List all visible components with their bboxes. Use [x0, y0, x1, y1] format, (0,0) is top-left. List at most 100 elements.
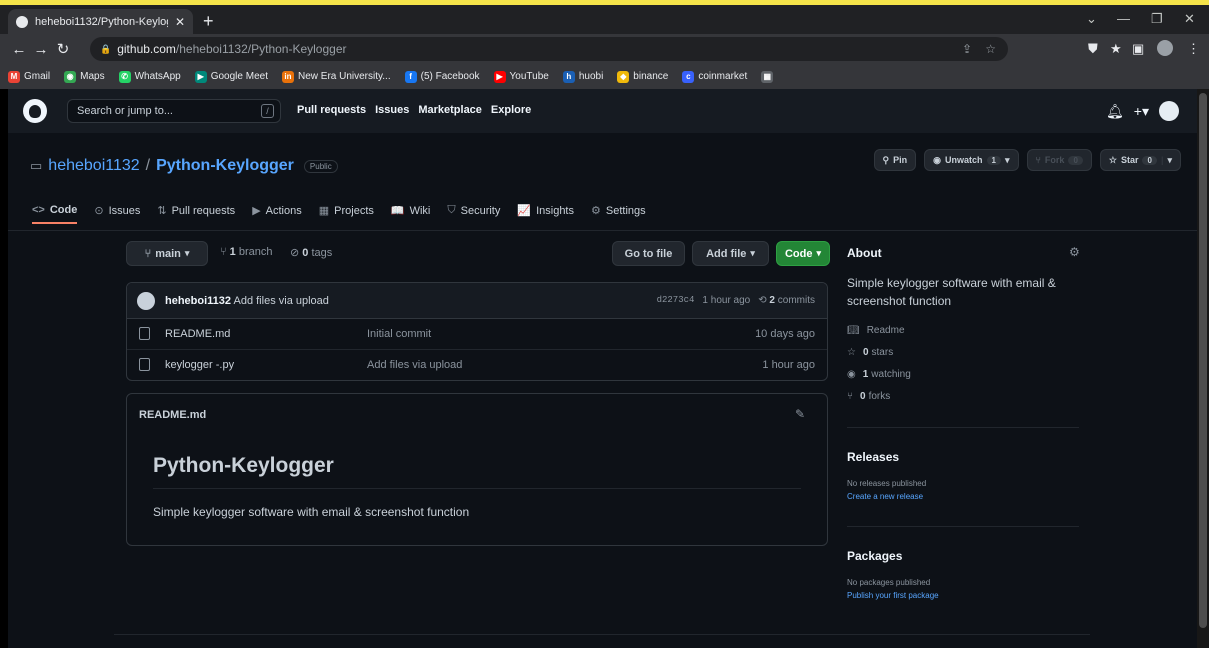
- bookmark-item[interactable]: c coinmarket: [682, 70, 747, 83]
- forks-count: 0: [860, 391, 866, 402]
- tab-wiki[interactable]: 📖 Wiki: [391, 197, 430, 224]
- commit-author[interactable]: heheboi1132: [165, 295, 231, 307]
- tab-projects[interactable]: ▦ Projects: [319, 197, 374, 224]
- nav-pull-requests[interactable]: Pull requests: [297, 104, 366, 116]
- fork-icon: ⑂: [1035, 155, 1041, 165]
- tab-actions[interactable]: ▶ Actions: [252, 197, 302, 224]
- commit-author-avatar[interactable]: [137, 292, 155, 310]
- nav-marketplace[interactable]: Marketplace: [418, 104, 482, 116]
- edit-pencil-icon[interactable]: ✎: [795, 407, 805, 421]
- bookmark-favicon-icon: h: [562, 70, 575, 83]
- user-avatar[interactable]: [1159, 101, 1179, 121]
- menu-icon[interactable]: ⋮: [1187, 41, 1200, 57]
- address-bar[interactable]: 🔒 github.com/heheboi1132/Python-Keylogge…: [90, 37, 1008, 61]
- share-icon[interactable]: ⇪: [962, 42, 972, 56]
- star-button[interactable]: ☆ Star 0 | ▾: [1099, 149, 1181, 171]
- tab-code[interactable]: <> Code: [32, 197, 78, 224]
- add-file-button[interactable]: Add file ▾: [692, 241, 769, 266]
- watching-count: 1: [862, 369, 869, 380]
- minimize-icon[interactable]: —: [1117, 11, 1130, 26]
- bookmark-item[interactable]: ▶ Google Meet: [194, 70, 268, 83]
- bookmark-item[interactable]: in New Era University...: [281, 70, 391, 83]
- bookmark-item[interactable]: ◉ Maps: [64, 70, 105, 83]
- gear-icon[interactable]: ⚙: [1069, 245, 1080, 259]
- readme-filename[interactable]: README.md: [139, 409, 206, 421]
- notifications-bell-icon[interactable]: 🔔︎: [1106, 103, 1124, 120]
- branches-link[interactable]: ⑂ 1 branch: [220, 246, 273, 258]
- releases-heading[interactable]: Releases: [847, 450, 899, 464]
- nav-explore[interactable]: Explore: [491, 104, 531, 116]
- packages-empty-text: No packages published: [847, 578, 931, 587]
- unwatch-button[interactable]: ◉ Unwatch 1 ▾: [924, 149, 1019, 171]
- file-row[interactable]: README.md Initial commit 10 days ago: [127, 319, 827, 350]
- github-favicon-icon: [16, 15, 28, 28]
- readme-link[interactable]: 📖︎ Readme: [847, 325, 905, 336]
- tab-search-chevron-icon[interactable]: ⌄: [1086, 11, 1097, 27]
- fork-button[interactable]: ⑂ Fork 0: [1026, 149, 1092, 171]
- window-close-icon[interactable]: ✕: [1184, 11, 1195, 27]
- extension-star-icon[interactable]: ★: [1110, 41, 1122, 57]
- watching-link[interactable]: ◉ 1 watching: [847, 369, 911, 380]
- reload-icon[interactable]: ↻: [52, 40, 74, 58]
- bookmark-item[interactable]: ▦: [761, 70, 777, 83]
- visibility-badge: Public: [303, 159, 338, 173]
- bookmark-item[interactable]: h huobi: [562, 70, 603, 83]
- code-button[interactable]: Code ▾: [776, 241, 830, 266]
- github-logo-icon[interactable]: [23, 99, 47, 123]
- search-input[interactable]: Search or jump to... /: [67, 99, 281, 123]
- create-new-plus-icon[interactable]: +▾: [1134, 103, 1149, 120]
- go-to-file-button[interactable]: Go to file: [612, 241, 685, 266]
- packages-heading[interactable]: Packages: [847, 549, 902, 563]
- tab-icon: ⚙: [591, 205, 601, 217]
- scrollbar-thumb[interactable]: [1199, 93, 1207, 628]
- file-name[interactable]: keylogger -.py: [165, 359, 234, 371]
- page-scrollbar[interactable]: [1197, 89, 1209, 648]
- bookmark-item[interactable]: ▶ YouTube: [493, 70, 549, 83]
- commit-text[interactable]: Add files via upload: [234, 295, 329, 307]
- pin-button[interactable]: ⚲ Pin: [873, 149, 917, 171]
- bookmark-star-icon[interactable]: ☆: [985, 42, 996, 56]
- profile-avatar[interactable]: [1157, 40, 1173, 56]
- readme-title: Python-Keylogger: [153, 454, 334, 477]
- bookmark-label: YouTube: [509, 71, 549, 82]
- file-commit-message[interactable]: Initial commit: [367, 328, 431, 340]
- branch-select-button[interactable]: ⑂ main ▾: [126, 241, 208, 266]
- repo-owner-link[interactable]: heheboi1132: [48, 157, 139, 175]
- close-tab-icon[interactable]: ✕: [175, 15, 185, 29]
- tab-insights[interactable]: 📈 Insights: [517, 197, 574, 224]
- tab-strip: heheboi1132/Python-Keylogger: ✕ + ⌄ — ❐ …: [0, 5, 1209, 34]
- tab-pull-requests[interactable]: ⇅ Pull requests: [157, 197, 235, 224]
- file-icon: [139, 358, 150, 371]
- back-icon[interactable]: ←: [8, 41, 30, 58]
- forward-icon[interactable]: →: [30, 41, 52, 58]
- bookmark-item[interactable]: ◆ binance: [617, 70, 668, 83]
- commit-sha[interactable]: d2273c4: [657, 295, 695, 306]
- sidepanel-icon[interactable]: ▣: [1132, 41, 1144, 57]
- stars-word: stars: [871, 347, 894, 358]
- bookmark-item[interactable]: M Gmail: [8, 70, 50, 83]
- tab-security[interactable]: ⛉ Security: [447, 197, 500, 224]
- star-dropdown-icon[interactable]: ▾: [1167, 155, 1172, 166]
- sidebar-divider: [847, 427, 1079, 428]
- file-name[interactable]: README.md: [165, 328, 230, 340]
- repo-name-link[interactable]: Python-Keylogger: [156, 157, 294, 175]
- extension-shield-icon[interactable]: ⛊: [1088, 41, 1098, 57]
- bookmark-item[interactable]: f (5) Facebook: [404, 70, 480, 83]
- maximize-icon[interactable]: ❐: [1151, 11, 1163, 27]
- tags-link[interactable]: ⊘ 0 tags: [290, 246, 332, 259]
- commits-link[interactable]: ⟲ 2 commits: [758, 295, 815, 306]
- stars-link[interactable]: ☆ 0 stars: [847, 347, 893, 358]
- publish-package-link[interactable]: Publish your first package: [847, 591, 939, 600]
- star-label: Star: [1120, 155, 1139, 165]
- tab-issues[interactable]: ⊙ Issues: [94, 197, 140, 224]
- forks-link[interactable]: ⑂ 0 forks: [847, 391, 890, 402]
- nav-issues[interactable]: Issues: [375, 104, 409, 116]
- browser-tab[interactable]: heheboi1132/Python-Keylogger: ✕: [8, 9, 193, 34]
- new-tab-icon[interactable]: +: [203, 11, 214, 32]
- chevron-down-icon: ▾: [750, 248, 755, 258]
- bookmark-item[interactable]: ✆ WhatsApp: [118, 70, 181, 83]
- file-row[interactable]: keylogger -.py Add files via upload 1 ho…: [127, 350, 827, 380]
- tab-settings[interactable]: ⚙ Settings: [591, 197, 646, 224]
- create-release-link[interactable]: Create a new release: [847, 492, 923, 501]
- file-commit-message[interactable]: Add files via upload: [367, 359, 462, 371]
